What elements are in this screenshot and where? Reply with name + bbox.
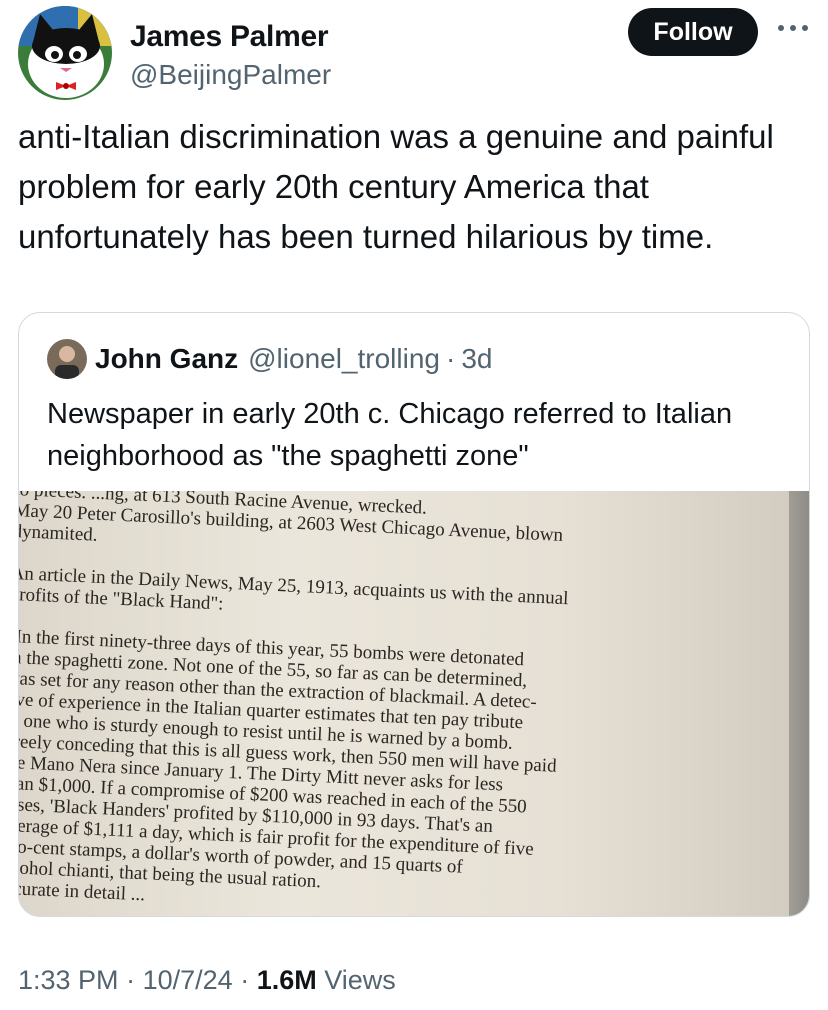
author-name[interactable]: James Palmer <box>130 20 329 54</box>
post-time[interactable]: 1:33 PM <box>18 965 119 995</box>
book-page-text: to pieces. ...ng, at 613 South Racine Av… <box>19 491 774 916</box>
more-horizontal-icon[interactable] <box>776 18 810 38</box>
quoted-author-name: John Ganz <box>95 343 239 374</box>
quoted-tweet-header: John Ganz @lionel_trolling · 3d <box>47 339 492 379</box>
post-date[interactable]: 10/7/24 <box>143 965 233 995</box>
book-page-photo: to pieces. ...ng, at 613 South Racine Av… <box>19 491 789 916</box>
separator-dot: · <box>445 343 456 374</box>
author-avatar[interactable] <box>18 6 112 100</box>
tweet-text: anti-Italian discrimination was a genuin… <box>18 118 774 255</box>
cartoon-cat-avatar-icon <box>18 6 112 100</box>
quoted-author-avatar <box>47 339 87 379</box>
page-edge-shadow <box>789 491 809 916</box>
follow-button[interactable]: Follow <box>628 8 758 56</box>
author-handle[interactable]: @BeijingPalmer <box>130 59 331 91</box>
quoted-timestamp: 3d <box>461 343 493 374</box>
quoted-author-handle: @lionel_trolling <box>248 343 440 374</box>
tweet-metadata: 1:33 PM · 10/7/24 · 1.6M Views <box>18 965 396 996</box>
views-label: Views <box>324 965 396 995</box>
quoted-tweet[interactable]: John Ganz @lionel_trolling · 3d Newspape… <box>18 312 810 917</box>
separator-dot: · <box>126 965 136 995</box>
tweet-header: James Palmer @BeijingPalmer Follow <box>18 6 810 106</box>
separator-dot: · <box>240 965 250 995</box>
views-count: 1.6M <box>256 965 317 995</box>
quoted-tweet-image[interactable]: to pieces. ...ng, at 613 South Racine Av… <box>19 491 809 916</box>
person-avatar-icon <box>47 339 87 379</box>
quoted-tweet-text: Newspaper in early 20th c. Chicago refer… <box>47 398 733 472</box>
